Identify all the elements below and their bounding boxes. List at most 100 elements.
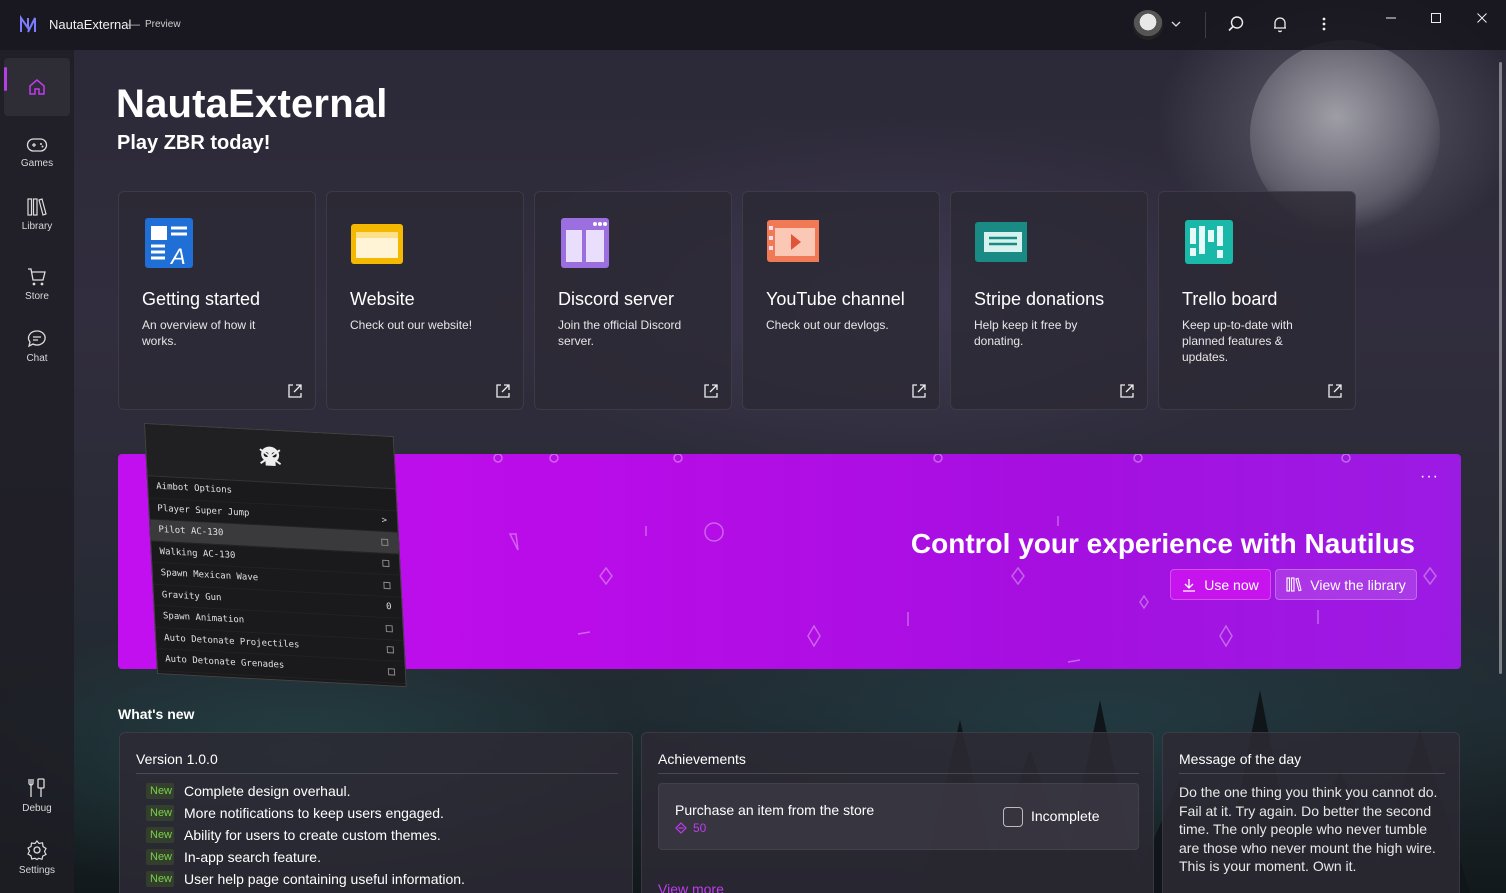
chat-icon [27, 329, 46, 347]
nav-item-debug[interactable]: Debug [4, 766, 70, 824]
download-icon [1183, 578, 1196, 592]
external-link-icon[interactable] [287, 383, 303, 399]
bell-icon[interactable] [1270, 14, 1290, 34]
achievement-checkbox[interactable] [1003, 807, 1023, 827]
external-link-icon[interactable] [703, 383, 719, 399]
achievements-title: Achievements [658, 751, 746, 767]
nav-label-settings: Settings [18, 864, 56, 876]
left-navigation: Games Library Store Chat Debug Settings [0, 50, 74, 893]
card-title: Trello board [1182, 289, 1278, 309]
close-icon[interactable] [1472, 8, 1492, 28]
view-library-label: View the library [1310, 576, 1406, 593]
nav-item-games[interactable]: Games [4, 123, 70, 181]
card-youtube-channel[interactable]: YouTube channel Check out our devlogs. [742, 191, 940, 410]
achievement-status: Incomplete [1031, 808, 1100, 824]
avatar[interactable] [1133, 10, 1163, 40]
external-link-icon[interactable] [1119, 383, 1135, 399]
nav-item-settings[interactable]: Settings [4, 828, 70, 886]
version-panel: Version 1.0.0 New Complete design overha… [119, 732, 633, 893]
list-item: New Ability for users to create custom t… [146, 824, 441, 846]
board-icon [1185, 220, 1233, 264]
nav-item-store[interactable]: Store [4, 255, 70, 313]
nav-item-library[interactable]: Library [4, 185, 70, 243]
list-item: New User help page containing useful inf… [146, 868, 465, 890]
external-link-icon[interactable] [1327, 383, 1343, 399]
nav-label-store: Store [25, 290, 49, 302]
card-description: Check out our devlogs. [766, 318, 889, 332]
list-item: New Complete design overhaul. [146, 780, 351, 802]
folder-icon [351, 224, 403, 264]
library-icon [1286, 577, 1302, 592]
nav-item-home[interactable] [4, 58, 70, 116]
banner-more-icon[interactable]: ··· [1420, 468, 1439, 486]
card-getting-started[interactable]: A Getting started An overview of how it … [118, 191, 316, 410]
use-now-button[interactable]: Use now [1170, 569, 1271, 600]
titlebar-divider [1205, 12, 1206, 38]
card-title: Discord server [558, 289, 675, 309]
card-icon [975, 222, 1027, 262]
nav-item-chat[interactable]: Chat [4, 317, 70, 375]
card-stripe-donations[interactable]: Stripe donations Help keep it free by do… [950, 191, 1148, 410]
tools-icon [28, 777, 45, 797]
whats-new-heading: What's new [118, 706, 195, 722]
card-website[interactable]: Website Check out our website! [326, 191, 524, 410]
motd-text: Do the one thing you think you cannot do… [1179, 784, 1438, 874]
new-badge: New [146, 783, 174, 799]
view-more-link[interactable]: View more [658, 881, 724, 893]
new-badge: New [146, 805, 174, 821]
page-title: NautaExternal [116, 82, 388, 126]
achievement-name: Purchase an item from the store [675, 802, 875, 818]
motd-title: Message of the day [1179, 751, 1302, 767]
card-title: Website [350, 289, 415, 309]
home-icon [29, 79, 45, 95]
video-icon [767, 220, 819, 262]
card-description: Help keep it free by donating. [974, 318, 1078, 348]
view-library-button[interactable]: View the library [1275, 569, 1417, 600]
title-bar: NautaExternal — Preview [0, 0, 1506, 50]
app-title: NautaExternal [49, 17, 132, 32]
external-link-icon[interactable] [495, 383, 511, 399]
use-now-label: Use now [1204, 576, 1259, 593]
title-separator: — [128, 17, 140, 31]
new-badge: New [146, 827, 174, 843]
minimize-icon[interactable] [1381, 8, 1401, 28]
version-title: Version 1.0.0 [136, 751, 218, 767]
page-subtitle: Play ZBR today! [117, 132, 271, 154]
nav-label-library: Library [21, 220, 53, 232]
card-trello-board[interactable]: Trello board Keep up-to-date with planne… [1158, 191, 1356, 410]
motd-panel: Message of the day Do the one thing you … [1162, 732, 1460, 893]
card-title: YouTube channel [766, 289, 905, 309]
app-logo-icon [20, 15, 36, 33]
scrollbar[interactable] [1499, 62, 1502, 674]
gamepad-icon [26, 137, 48, 152]
preview-badge: Preview [145, 19, 181, 30]
card-discord-server[interactable]: Discord server Join the official Discord… [534, 191, 732, 410]
skull-icon [259, 446, 282, 466]
nav-label-chat: Chat [26, 352, 48, 364]
chevron-down-icon[interactable] [1166, 14, 1186, 34]
achievement-points: 50 [675, 821, 706, 835]
nav-label-debug: Debug [22, 802, 52, 814]
nav-active-indicator [4, 67, 7, 91]
divider [658, 773, 1139, 774]
maximize-icon[interactable] [1426, 8, 1446, 28]
divider [1179, 773, 1445, 774]
list-item: New In-app search feature. [146, 846, 321, 868]
nav-label-games: Games [20, 157, 54, 169]
new-badge: New [146, 871, 174, 887]
gear-icon [27, 839, 47, 860]
svg-text:A: A [169, 244, 186, 269]
search-icon[interactable] [1226, 14, 1246, 34]
discord-window-icon [561, 218, 609, 268]
achievements-panel: Achievements Purchase an item from the s… [641, 732, 1154, 893]
external-link-icon[interactable] [911, 383, 927, 399]
cart-icon [28, 267, 46, 285]
achievement-item: Purchase an item from the store 50 Incom… [658, 783, 1139, 850]
list-item: New More notifications to keep users eng… [146, 802, 444, 824]
divider [136, 773, 618, 774]
mod-menu-preview: Aimbot Options Player Super Jump > Pilot … [144, 423, 407, 688]
new-badge: New [146, 849, 174, 865]
getting-started-icon: A [145, 218, 193, 269]
library-icon [27, 197, 47, 216]
more-vertical-icon[interactable] [1314, 14, 1334, 34]
